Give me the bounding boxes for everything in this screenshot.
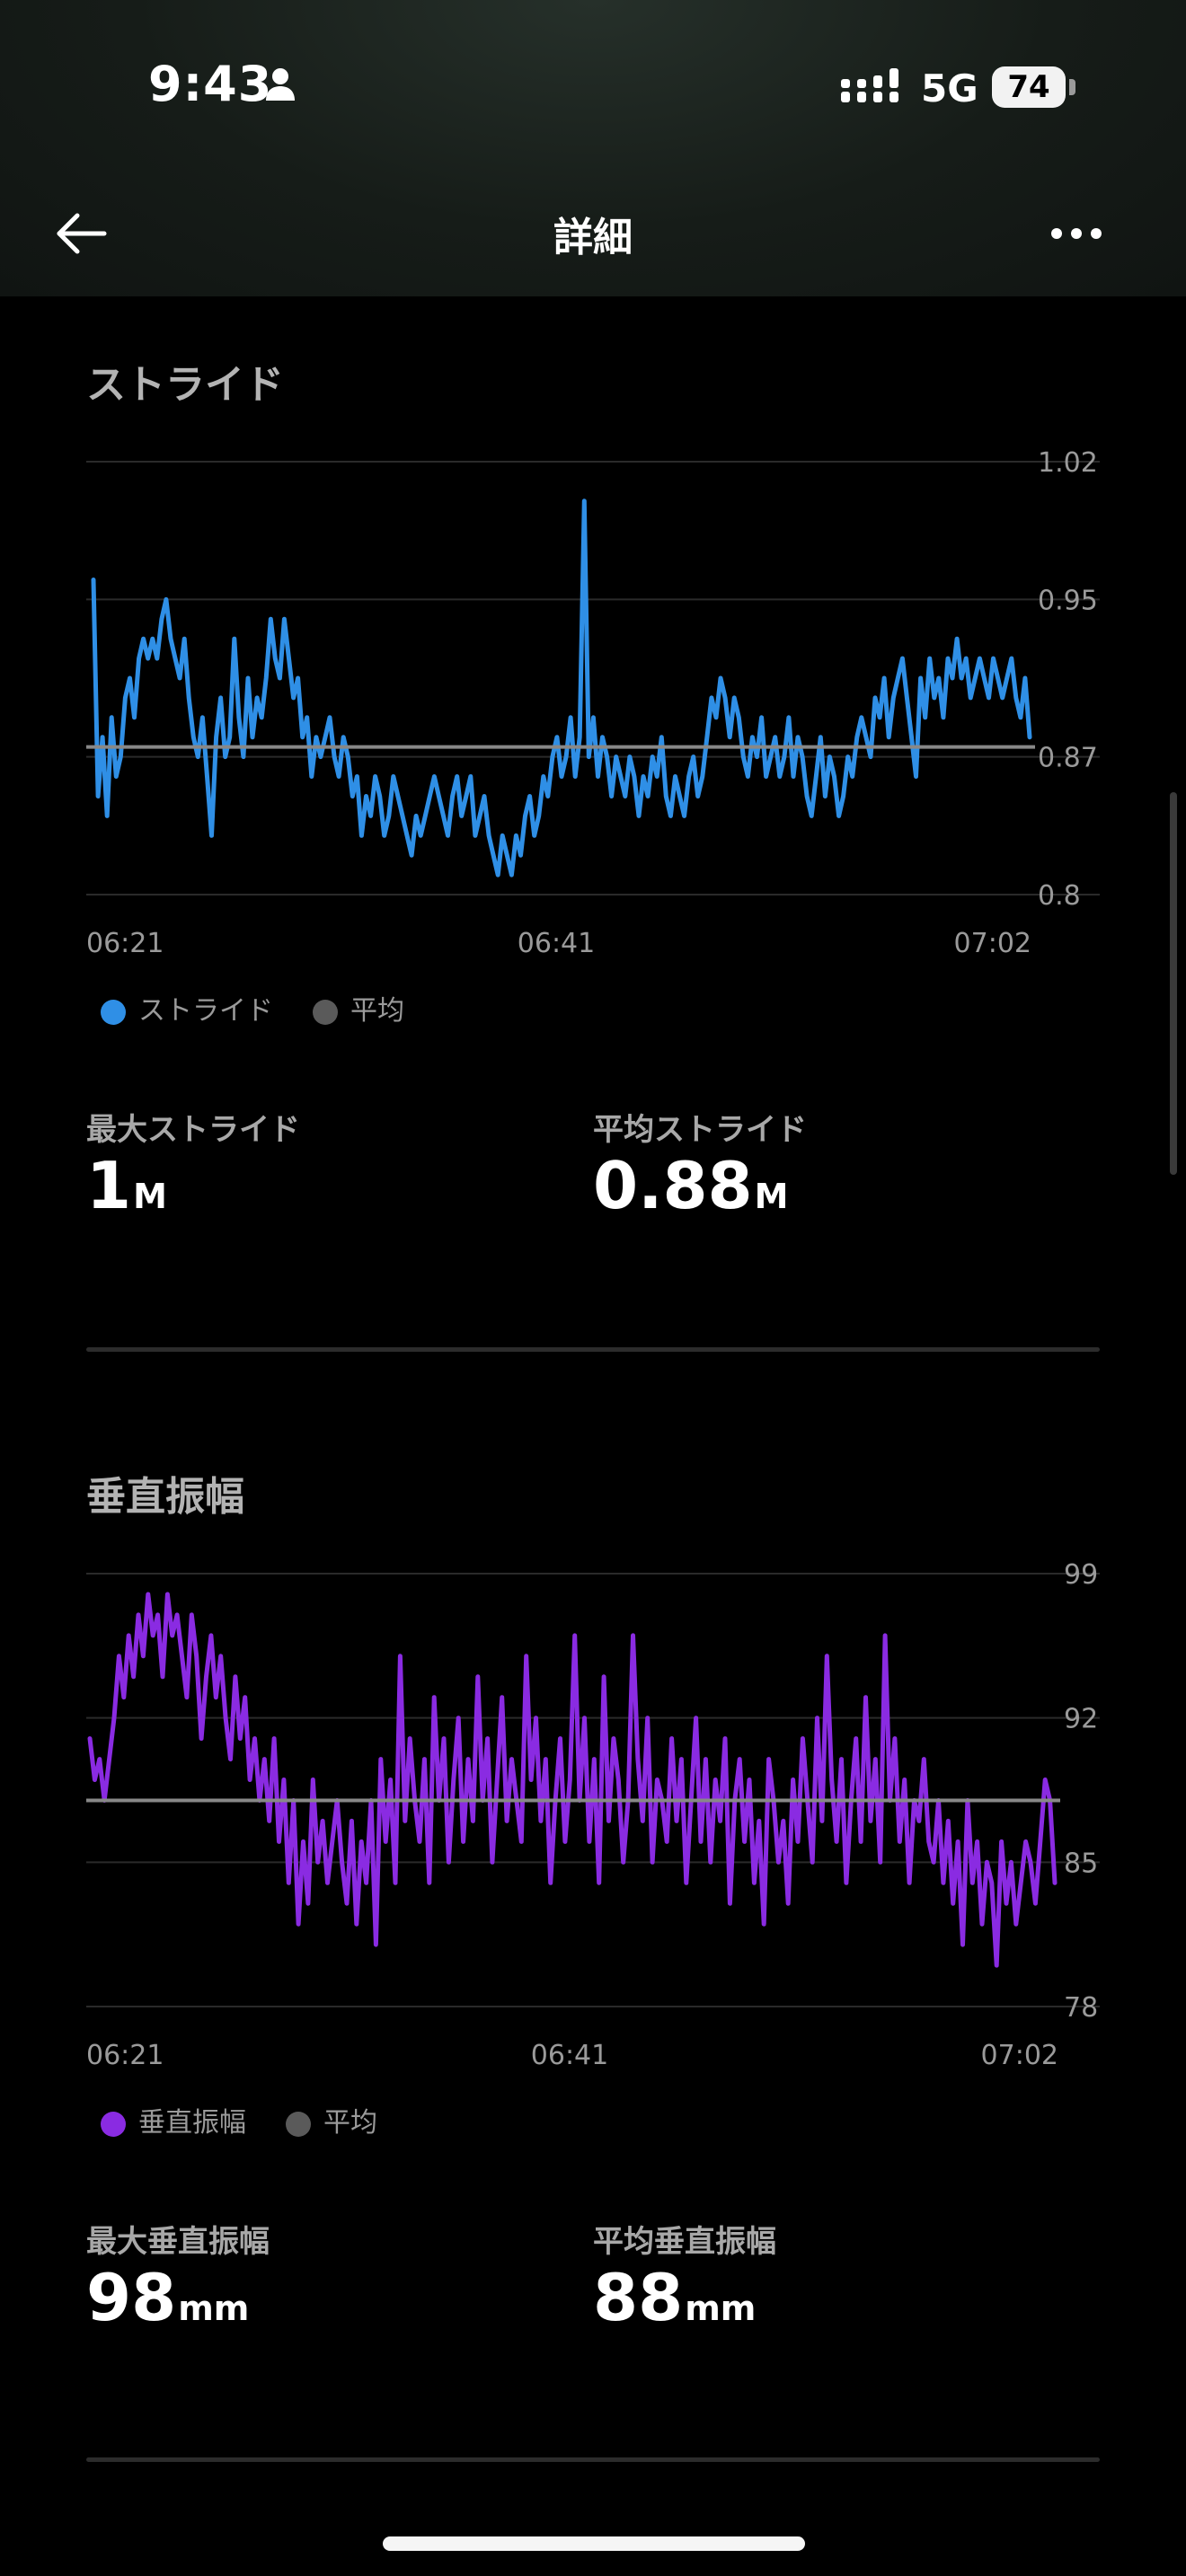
y-tick-label: 0.8 bbox=[1038, 880, 1081, 912]
y-tick-label: 92 bbox=[1064, 1704, 1098, 1735]
legend-label: 平均 bbox=[323, 2107, 377, 2139]
x-tick-label: 07:02 bbox=[954, 928, 1031, 959]
legend-dot-icon bbox=[101, 999, 126, 1025]
y-tick-label: 0.95 bbox=[1038, 585, 1098, 616]
ellipsis-icon[interactable] bbox=[1049, 223, 1103, 244]
y-tick-label: 78 bbox=[1064, 1992, 1098, 2024]
screen: 9:43 5G 74 詳細 ストライド 1.02 0.95 0.87 0.8 0… bbox=[0, 0, 1186, 2576]
section-divider bbox=[86, 2457, 1100, 2462]
y-tick-label: 99 bbox=[1064, 1559, 1098, 1591]
legend-label: 平均 bbox=[350, 995, 404, 1027]
legend-dot-icon bbox=[286, 2111, 311, 2137]
series-line bbox=[87, 1592, 1058, 1968]
max-vertical-value: 98mm bbox=[86, 2260, 250, 2335]
vertical-section-title: 垂直振幅 bbox=[86, 1474, 244, 1520]
max-stride-label: 最大ストライド bbox=[86, 1112, 300, 1148]
max-vertical-label: 最大垂直振幅 bbox=[86, 2224, 270, 2260]
legend-item-average: 平均 bbox=[313, 988, 404, 1028]
section-divider bbox=[86, 1347, 1100, 1352]
legend-dot-icon bbox=[313, 999, 338, 1025]
stride-section-title: ストライド bbox=[86, 362, 284, 408]
status-bar: 9:43 5G 74 bbox=[0, 0, 1186, 171]
x-tick-label: 06:21 bbox=[86, 928, 164, 959]
legend-dot-icon bbox=[101, 2111, 126, 2137]
avg-vertical-value: 88mm bbox=[593, 2260, 757, 2335]
x-tick-label: 06:41 bbox=[518, 928, 595, 959]
x-tick-label: 06:41 bbox=[531, 2040, 608, 2071]
avg-stride-value: 0.88M bbox=[593, 1148, 789, 1223]
y-tick-label: 0.87 bbox=[1038, 743, 1098, 774]
x-tick-label: 07:02 bbox=[981, 2040, 1058, 2071]
battery-cap bbox=[1069, 79, 1075, 95]
max-stride-value: 1M bbox=[86, 1148, 167, 1223]
legend-item-stride: ストライド bbox=[101, 988, 273, 1028]
signal-icon bbox=[841, 68, 898, 102]
y-tick-label: 1.02 bbox=[1038, 447, 1098, 479]
vertical-chart: 99 92 85 78 06:21 06:41 07:02 bbox=[86, 1559, 1100, 2071]
page-title: 詳細 bbox=[553, 215, 633, 260]
legend-item-vertical: 垂直振幅 bbox=[101, 2100, 246, 2139]
x-tick-label: 06:21 bbox=[86, 2040, 164, 2071]
series-line bbox=[91, 498, 1032, 878]
legend-item-average: 平均 bbox=[286, 2100, 377, 2139]
legend-label: 垂直振幅 bbox=[138, 2107, 246, 2139]
nav-header: 詳細 bbox=[0, 171, 1186, 296]
battery-icon: 74 bbox=[992, 66, 1066, 108]
y-tick-label: 85 bbox=[1064, 1848, 1098, 1879]
stride-chart: 1.02 0.95 0.87 0.8 06:21 06:41 07:02 bbox=[86, 447, 1100, 959]
home-indicator[interactable] bbox=[383, 2536, 805, 2551]
network-type: 5G bbox=[921, 66, 978, 110]
avg-vertical-label: 平均垂直振幅 bbox=[593, 2224, 776, 2260]
avg-stride-label: 平均ストライド bbox=[593, 1112, 807, 1148]
person-icon bbox=[266, 68, 295, 101]
status-time: 9:43 bbox=[148, 56, 273, 112]
legend-label: ストライド bbox=[138, 995, 273, 1027]
